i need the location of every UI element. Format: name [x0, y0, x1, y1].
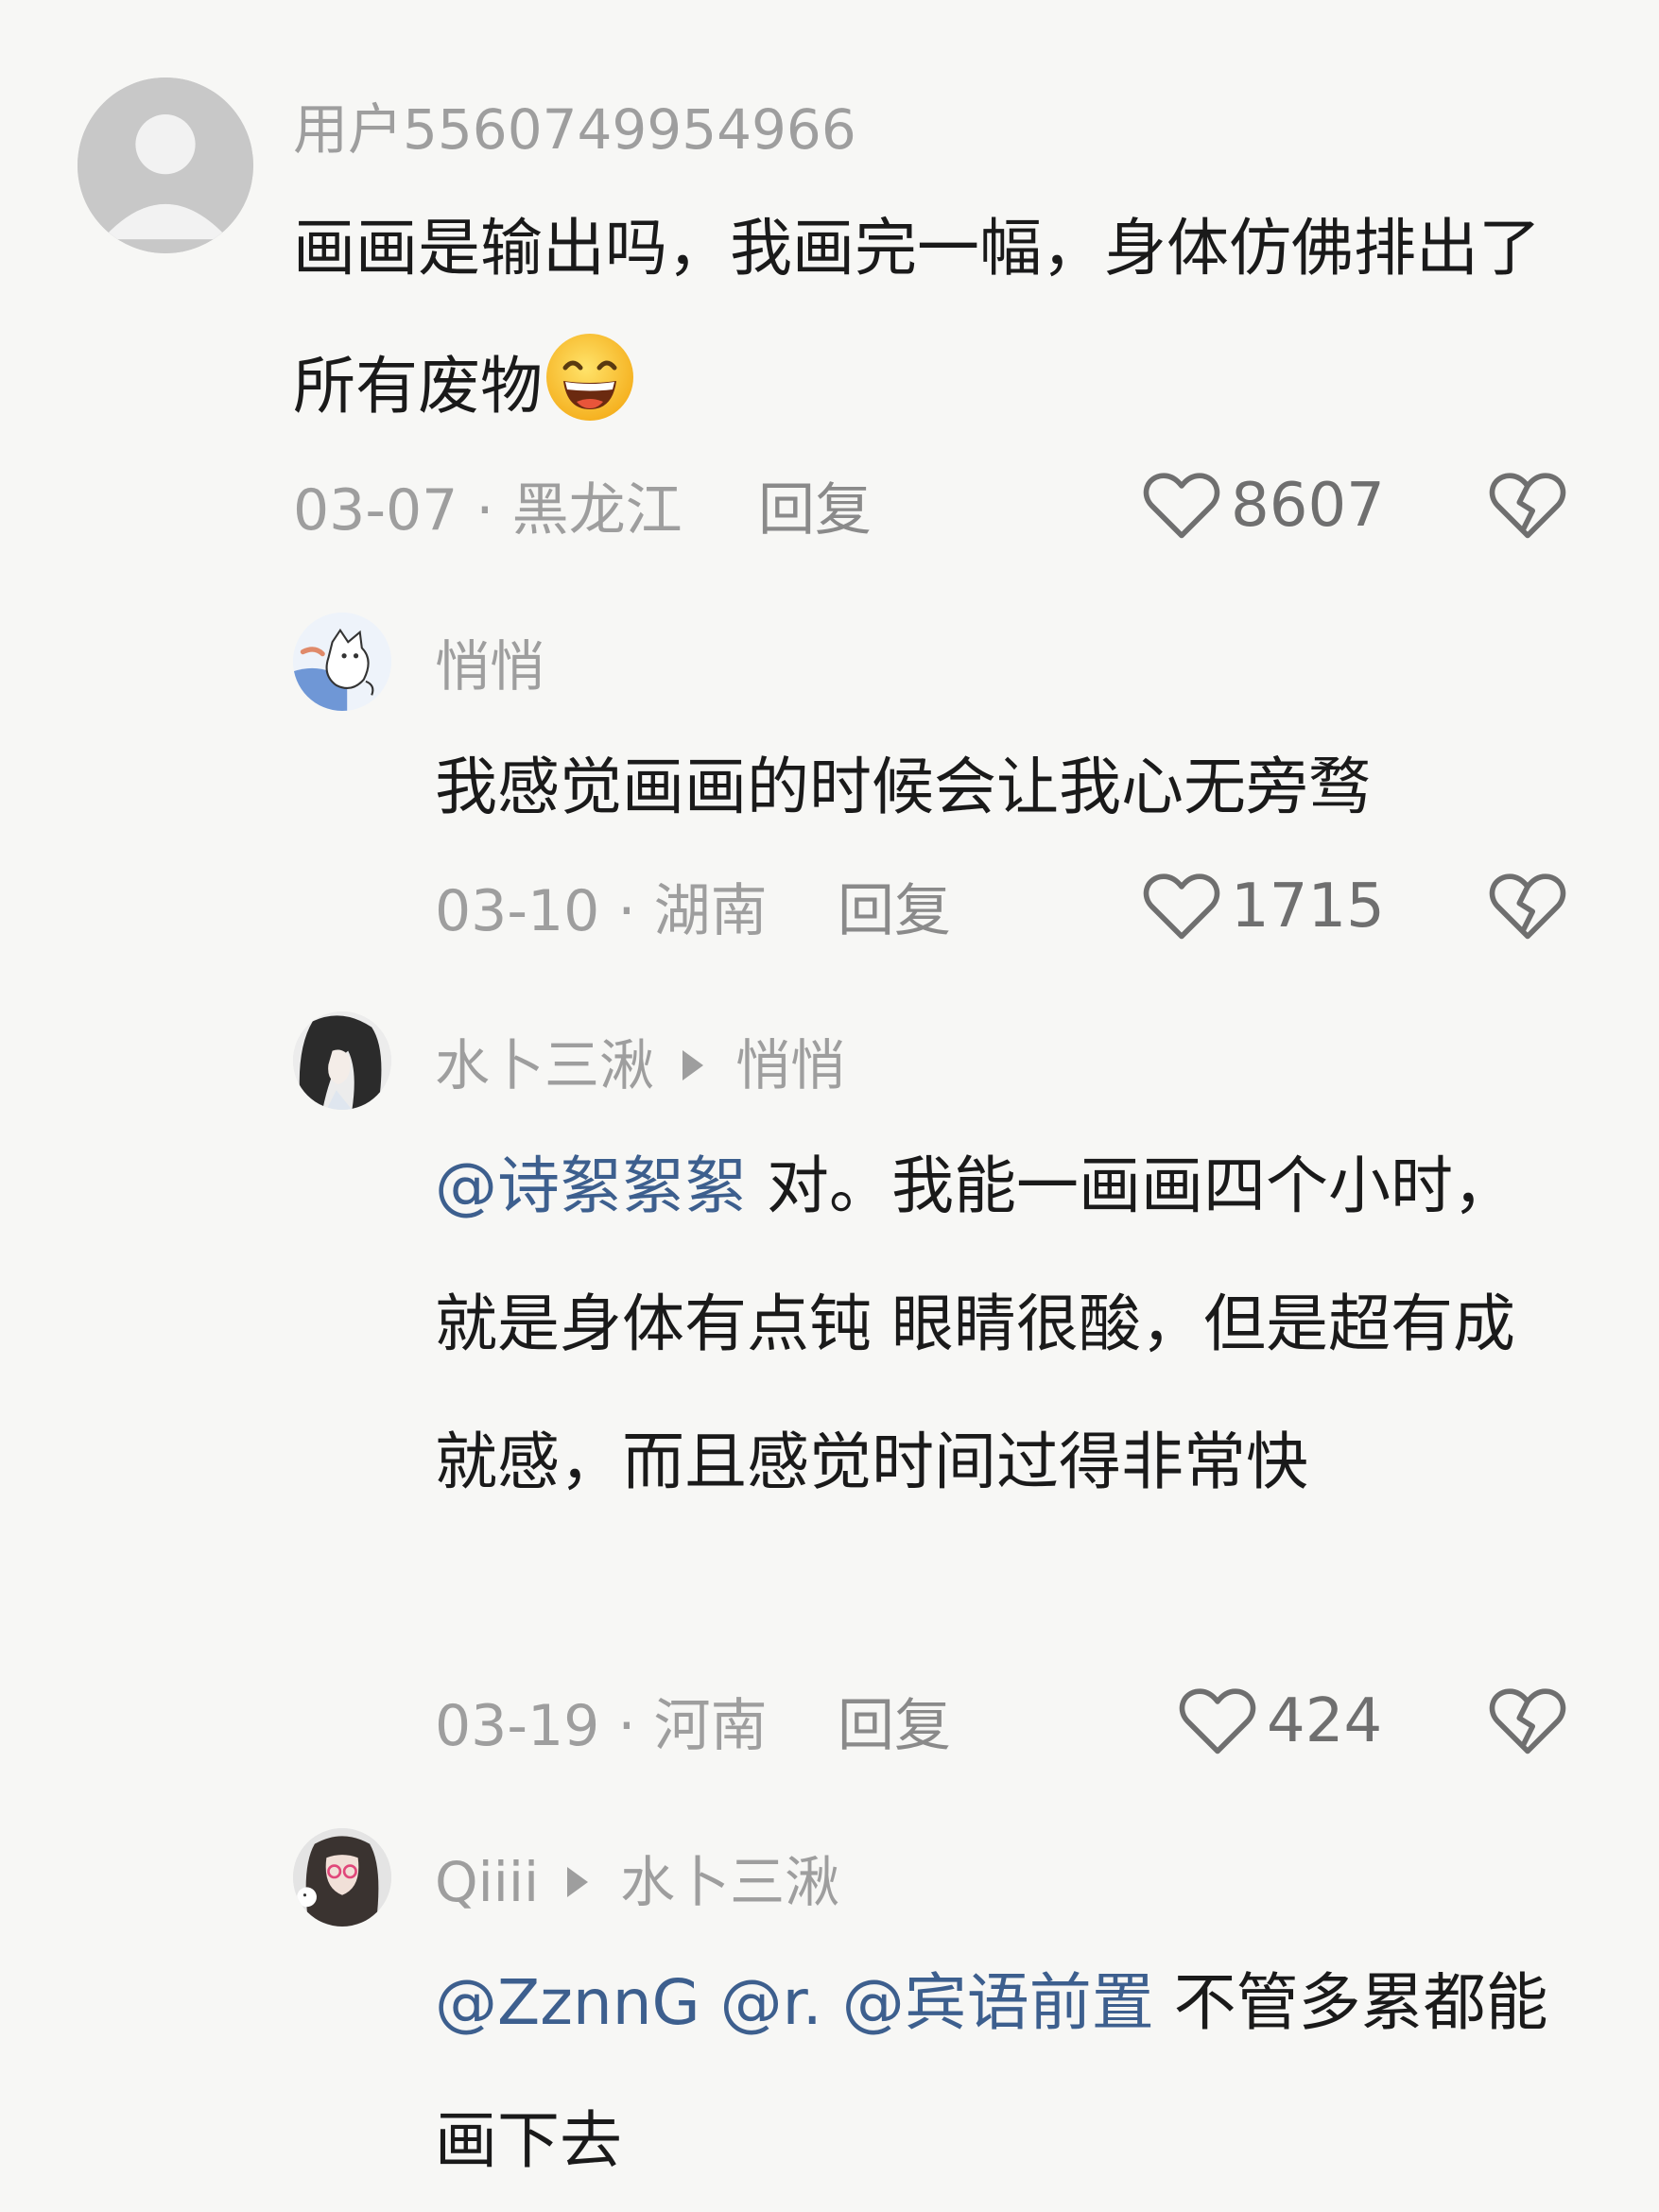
avatar-default[interactable]: [78, 78, 253, 253]
comment-location: 河南: [653, 1693, 768, 1759]
reply-button[interactable]: 回复: [758, 482, 872, 539]
comment-text-content: 画画是输出吗，我画完一幅，身体仿佛排出了所有废物: [293, 212, 1541, 423]
avatar-photo-girl[interactable]: [293, 1828, 391, 1927]
reply-author[interactable]: 水卜三湫: [435, 1038, 654, 1093]
grinning-emoji-icon: [543, 330, 637, 424]
comment-username[interactable]: 水卜三湫 悄悄: [435, 1038, 845, 1093]
heart-icon: [1143, 473, 1220, 539]
broken-heart-icon: [1489, 473, 1566, 539]
comment-text: 我感觉画画的时候会让我心无旁骛: [435, 751, 1371, 823]
like-count: 1715: [1231, 872, 1385, 942]
reply-author[interactable]: Qiiii: [435, 1855, 539, 1910]
comment-date: 03-07: [293, 477, 458, 544]
avatar-anime-girl[interactable]: [293, 1011, 391, 1110]
comment-text: @诗絮絮絮 对。我能一画画四个小时，就是身体有点钝 眼睛很酸，但是超有成就感，而…: [435, 1117, 1569, 1531]
comment-username[interactable]: 悄悄: [435, 639, 544, 694]
comment-meta: 03-10 · 湖南: [435, 878, 768, 944]
reply-target[interactable]: 水卜三湫: [620, 1855, 839, 1910]
anime-avatar-icon: [293, 1011, 391, 1110]
mention-link[interactable]: @ZznnG: [435, 1966, 700, 2039]
like-button[interactable]: 8607: [1142, 469, 1385, 543]
cat-avatar-icon: [293, 613, 391, 711]
comment-text: 画画是输出吗，我画完一幅，身体仿佛排出了所有废物: [293, 180, 1560, 456]
broken-heart-icon: [1489, 873, 1566, 940]
like-count: 424: [1267, 1686, 1383, 1756]
comment-text: @ZznnG @r. @宾语前置 不管多累都能画下去: [435, 1934, 1588, 2210]
comment-meta: 03-07 · 黑龙江: [293, 477, 683, 544]
dislike-button[interactable]: [1488, 469, 1567, 543]
reply-arrow-icon: [567, 1867, 589, 1897]
dislike-button[interactable]: [1488, 1685, 1567, 1758]
reply-button[interactable]: 回复: [838, 1698, 951, 1754]
photo-avatar-icon: [293, 1828, 391, 1927]
reply-target[interactable]: 悄悄: [735, 1038, 845, 1093]
comment-date: 03-19: [435, 1693, 600, 1759]
like-button[interactable]: 424: [1178, 1685, 1382, 1758]
broken-heart-icon: [1489, 1688, 1566, 1754]
dislike-button[interactable]: [1488, 870, 1567, 943]
comment-username[interactable]: Qiiii 水卜三湫: [435, 1855, 839, 1910]
user-silhouette-icon: [78, 78, 253, 253]
heart-icon: [1143, 873, 1220, 940]
comment-location: 黑龙江: [511, 477, 683, 544]
comment-date: 03-10: [435, 878, 600, 944]
like-count: 8607: [1231, 471, 1385, 541]
comment-username[interactable]: 用户5560749954966: [293, 102, 856, 157]
reply-arrow-icon: [683, 1050, 704, 1080]
mention-link[interactable]: @诗絮絮絮: [435, 1149, 747, 1222]
reply-button[interactable]: 回复: [838, 883, 951, 940]
heart-icon: [1179, 1688, 1256, 1754]
comment-location: 湖南: [653, 878, 768, 944]
mention-link[interactable]: @宾语前置: [842, 1966, 1154, 2039]
like-button[interactable]: 1715: [1142, 870, 1385, 943]
comment-meta: 03-19 · 河南: [435, 1693, 768, 1759]
mention-link[interactable]: @r.: [720, 1966, 822, 2039]
avatar-cartoon-cat[interactable]: [293, 613, 391, 711]
